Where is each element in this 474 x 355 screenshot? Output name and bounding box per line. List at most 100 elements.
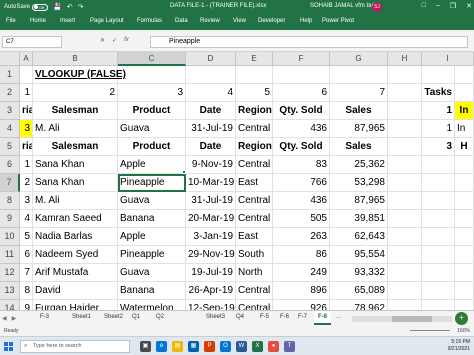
cell-j10[interactable] [455, 228, 474, 246]
cell-h9[interactable] [388, 210, 422, 228]
cell-c5[interactable]: Product [118, 138, 186, 156]
cell-c14[interactable]: Watermelon [118, 300, 186, 310]
next-sheet-icon[interactable]: ▶ [12, 315, 17, 322]
column-header-g[interactable]: G [330, 52, 388, 66]
cell-j1[interactable] [455, 66, 474, 84]
cell-j7[interactable] [455, 174, 474, 192]
tab-view[interactable]: View [233, 18, 246, 24]
cell-c4[interactable]: Guava [118, 120, 186, 138]
chrome-icon[interactable]: ● [268, 341, 279, 352]
cell-h3[interactable] [388, 102, 422, 120]
column-header-c[interactable]: C [118, 52, 186, 66]
cell-d8[interactable]: 31-Jul-19 [186, 192, 236, 210]
cell-j5[interactable]: H [455, 138, 474, 156]
cell-b1[interactable]: VLOOKUP (FALSE) [33, 66, 126, 84]
row-header-11[interactable]: 11 [0, 246, 20, 264]
cell-a2[interactable]: 1 [20, 84, 33, 102]
tab-formulas[interactable]: Formulas [137, 18, 162, 24]
enter-icon[interactable]: ✓ [112, 37, 117, 44]
cell-j9[interactable] [455, 210, 474, 228]
column-header-b[interactable]: B [33, 52, 118, 66]
row-header-3[interactable]: 3 [0, 102, 20, 120]
outlook-icon[interactable]: O [220, 341, 231, 352]
cell-b14[interactable]: Furqan Haider [33, 300, 118, 310]
cell-j12[interactable] [455, 264, 474, 282]
cell-f7[interactable]: 766 [273, 174, 330, 192]
row-header-12[interactable]: 12 [0, 264, 20, 282]
cell-a1[interactable] [20, 66, 33, 84]
tab-insert[interactable]: Insert [60, 18, 75, 24]
cell-i1[interactable] [422, 66, 455, 84]
tab-file[interactable]: File [6, 18, 16, 24]
cell-h11[interactable] [388, 246, 422, 264]
cell-h1[interactable] [388, 66, 422, 84]
cell-b6[interactable]: Sana Khan [33, 156, 118, 174]
sheet-tab-q4[interactable]: Q4 [236, 314, 244, 320]
sheet-tab-q2[interactable]: Q2 [156, 314, 164, 320]
cell-e2[interactable]: 5 [236, 84, 273, 102]
tab-help[interactable]: Help [300, 18, 312, 24]
cell-f11[interactable]: 86 [273, 246, 330, 264]
cell-a12[interactable]: 7 [20, 264, 33, 282]
cell-f12[interactable]: 249 [273, 264, 330, 282]
cell-c12[interactable]: Guava [118, 264, 186, 282]
cell-g11[interactable]: 95,554 [330, 246, 388, 264]
cell-c3[interactable]: Product [118, 102, 186, 120]
cell-d9[interactable]: 20-Mar-19 [186, 210, 236, 228]
cell-a5[interactable]: rial [20, 138, 33, 156]
cell-h12[interactable] [388, 264, 422, 282]
cell-c2[interactable]: 3 [118, 84, 186, 102]
autosave[interactable]: AutoSave Off [4, 3, 49, 11]
user-name[interactable]: SOHAIB JAMAL vfm bukc [310, 3, 379, 9]
column-header-d[interactable]: D [186, 52, 236, 66]
powerpoint-icon[interactable]: P [204, 341, 215, 352]
cell-e13[interactable]: Central [236, 282, 273, 300]
sheet-tab-sheet3[interactable]: Sheet3 [206, 314, 225, 320]
fx-icon[interactable]: fx [124, 37, 129, 44]
tab-developer[interactable]: Developer [258, 18, 285, 24]
cell-a8[interactable]: 3 [20, 192, 33, 210]
fill-handle[interactable] [182, 170, 186, 174]
sheet-tab-sheet1[interactable]: Sheet1 [72, 314, 91, 320]
cell-b12[interactable]: Arif Mustafa [33, 264, 118, 282]
cell-j14[interactable] [455, 300, 474, 310]
cell-j6[interactable] [455, 156, 474, 174]
cell-f9[interactable]: 505 [273, 210, 330, 228]
cell-i7[interactable] [422, 174, 455, 192]
cell-j2[interactable] [455, 84, 474, 102]
cell-g13[interactable]: 65,089 [330, 282, 388, 300]
cell-h14[interactable] [388, 300, 422, 310]
cell-g12[interactable]: 93,332 [330, 264, 388, 282]
cell-j11[interactable] [455, 246, 474, 264]
cell-h4[interactable] [388, 120, 422, 138]
cell-e14[interactable]: Central [236, 300, 273, 310]
cell-b2[interactable]: 2 [33, 84, 118, 102]
cell-f5[interactable]: Qty. Sold [273, 138, 330, 156]
sheet-tab-f8[interactable]: F-8 [314, 311, 331, 325]
cell-h13[interactable] [388, 282, 422, 300]
cell-i11[interactable] [422, 246, 455, 264]
cell-h5[interactable] [388, 138, 422, 156]
cell-f1[interactable] [273, 66, 330, 84]
select-all-corner[interactable] [0, 52, 20, 66]
sheet-tab-f6[interactable]: F-6 [280, 314, 289, 320]
cell-a7[interactable]: 2 [20, 174, 33, 192]
cell-g4[interactable]: 87,965 [330, 120, 388, 138]
teams-icon[interactable]: T [284, 341, 295, 352]
row-header-5[interactable]: 5 [0, 138, 20, 156]
cell-e7[interactable]: East [236, 174, 273, 192]
cell-h2[interactable] [388, 84, 422, 102]
cell-b10[interactable]: Nadia Barlas [33, 228, 118, 246]
row-header-9[interactable]: 9 [0, 210, 20, 228]
maximize-icon[interactable]: ❐ [450, 2, 456, 10]
cell-e5[interactable]: Region [236, 138, 273, 156]
cell-a10[interactable]: 5 [20, 228, 33, 246]
word-icon[interactable]: W [236, 341, 247, 352]
cancel-icon[interactable]: ✕ [100, 37, 105, 44]
cell-f8[interactable]: 436 [273, 192, 330, 210]
cell-a3[interactable]: rial [20, 102, 33, 120]
formula-input[interactable]: Pineapple [150, 36, 468, 48]
cell-d11[interactable]: 29-Nov-19 [186, 246, 236, 264]
autosave-toggle[interactable]: Off [32, 3, 49, 11]
cell-e12[interactable]: North [236, 264, 273, 282]
